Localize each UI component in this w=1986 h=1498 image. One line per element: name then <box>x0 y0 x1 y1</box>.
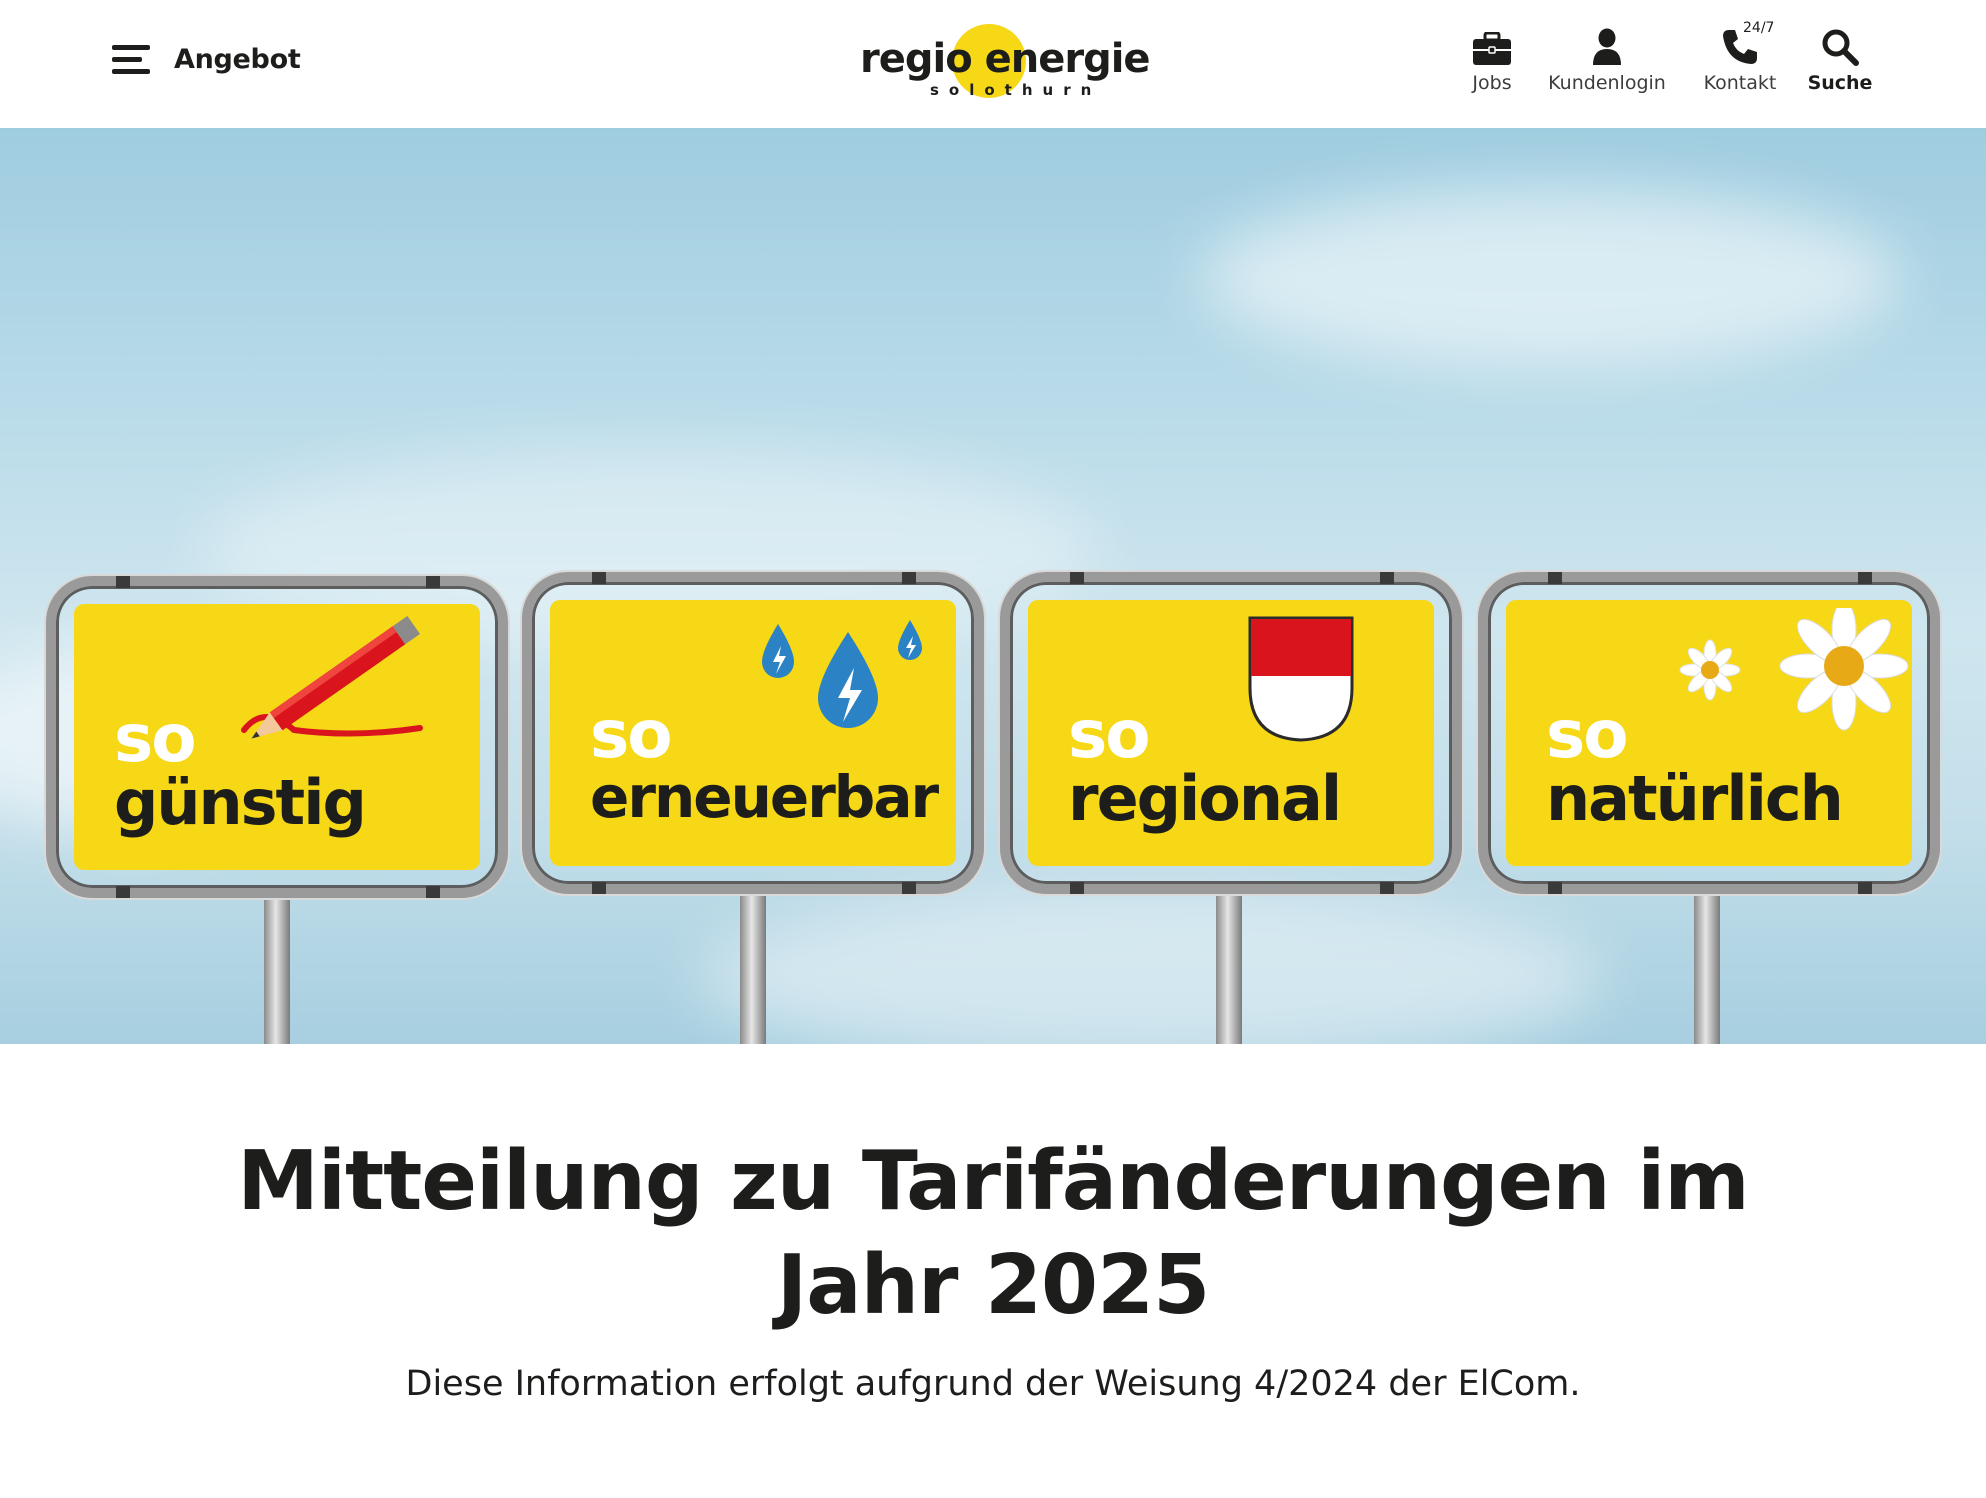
sign-natuerlich: so natürlich <box>1478 572 1940 894</box>
sign-word: natürlich <box>1546 762 1844 835</box>
sign-clip <box>1380 572 1394 584</box>
brand-logo[interactable]: regio energie solothurn <box>860 22 1151 102</box>
sign-clip <box>592 572 606 584</box>
coat-of-arms-icon <box>1248 616 1354 742</box>
sign-prefix: so <box>590 696 673 773</box>
sign-word: günstig <box>114 766 367 839</box>
sign-clip <box>902 882 916 894</box>
search-link[interactable]: Suche <box>1808 26 1872 94</box>
customer-login-label: Kundenlogin <box>1548 72 1666 94</box>
sign-clip <box>1070 882 1084 894</box>
daisy-icon <box>1679 608 1909 731</box>
sign-clip <box>1858 572 1872 584</box>
sign-post <box>740 892 766 1044</box>
hotline-badge: 24/7 <box>1743 20 1775 36</box>
sign-post <box>1694 892 1720 1044</box>
menu-label: Angebot <box>174 44 301 75</box>
sign-guenstig: so günstig <box>46 576 508 898</box>
cloud <box>700 888 1600 1044</box>
lead-paragraph: Diese Information erfolgt aufgrund der W… <box>405 1364 1581 1404</box>
user-icon <box>1593 28 1621 65</box>
logo-wordmark: regio energie <box>860 36 1151 82</box>
sign-post <box>1216 892 1242 1044</box>
logo-city: solothurn <box>930 81 1102 99</box>
sign-word: erneuerbar <box>590 763 939 831</box>
sign-plate: so natürlich <box>1506 600 1912 866</box>
sign-post <box>264 896 290 1044</box>
sign-clip <box>1858 882 1872 894</box>
sign-prefix: so <box>1068 696 1151 773</box>
briefcase-icon <box>1473 32 1511 65</box>
hamburger-icon <box>112 44 150 75</box>
sign-clip <box>902 572 916 584</box>
sign-plate: so regional <box>1028 600 1434 866</box>
sign-clip <box>426 886 440 898</box>
sign-plate: so erneuerbar <box>550 600 956 866</box>
sign-clip <box>116 886 130 898</box>
customer-login-link[interactable]: Kundenlogin <box>1544 26 1670 94</box>
sign-word: regional <box>1068 762 1342 835</box>
sign-clip <box>1380 882 1394 894</box>
sign-clip <box>116 576 130 588</box>
jobs-label: Jobs <box>1472 72 1512 94</box>
sign-erneuerbar: so erneuerbar <box>522 572 984 894</box>
sign-clip <box>1070 572 1084 584</box>
sign-clip <box>426 576 440 588</box>
contact-label: Kontakt <box>1703 72 1777 94</box>
sign-plate: so günstig <box>74 604 480 870</box>
water-drop-bolt-icon <box>762 620 922 728</box>
search-icon <box>1822 29 1859 66</box>
contact-link[interactable]: 24/7 Kontakt <box>1700 20 1780 94</box>
sign-regional: so regional <box>1000 572 1462 894</box>
menu-toggle-button[interactable]: Angebot <box>112 44 301 75</box>
sign-clip <box>592 882 606 894</box>
jobs-link[interactable]: Jobs <box>1462 26 1522 94</box>
cloud <box>1200 188 1900 368</box>
site-header: Angebot regio energie solothurn Jobs Kun… <box>0 0 1986 128</box>
page-title: Mitteilung zu Tarifänderungen im Jahr 20… <box>237 1134 1750 1333</box>
sign-clip <box>1548 572 1562 584</box>
search-label: Suche <box>1807 72 1873 94</box>
pencil-icon <box>241 615 423 739</box>
sign-prefix: so <box>114 700 197 777</box>
sign-prefix: so <box>1546 696 1629 773</box>
hero-banner: so günstig so erneuerbar so regional so … <box>0 128 1986 1044</box>
sign-clip <box>1548 882 1562 894</box>
